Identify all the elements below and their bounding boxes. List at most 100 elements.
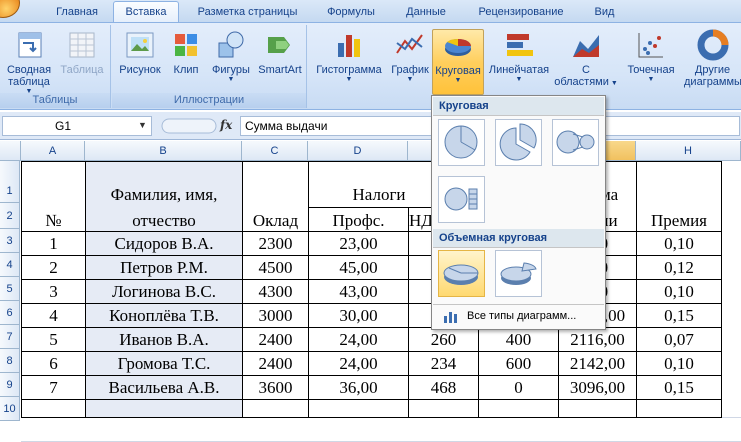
cell-prof[interactable]: 23,00 — [309, 232, 408, 255]
cell-deduct[interactable]: 600 — [479, 352, 558, 375]
column-header-h[interactable]: H — [636, 141, 741, 161]
tab-page-layout[interactable]: Разметка страницы — [185, 3, 310, 22]
row-header-2[interactable]: 2 — [0, 203, 20, 229]
cell-bonus[interactable]: 0,15 — [637, 376, 721, 399]
column-header-d[interactable]: D — [308, 141, 408, 161]
row-header-7[interactable]: 7 — [0, 325, 20, 349]
tab-insert[interactable]: Вставка — [113, 1, 179, 23]
cell-num[interactable]: 1 — [22, 232, 85, 255]
column-header-b[interactable]: B — [85, 141, 242, 161]
row-header-5[interactable]: 5 — [0, 277, 20, 301]
cell-sum[interactable]: 3096,00 — [559, 376, 636, 399]
histogram-button[interactable]: Гистограмма ▼ — [312, 29, 386, 84]
smartart-label: SmartArt — [258, 64, 302, 76]
column-header-a[interactable]: A — [21, 141, 85, 161]
cell-num[interactable]: 2 — [22, 256, 85, 279]
cell-prof[interactable]: 43,00 — [309, 280, 408, 303]
tab-formulas[interactable]: Формулы — [316, 3, 386, 22]
cell-ndfl[interactable]: 468 — [409, 376, 478, 399]
name-box[interactable]: G1 — [2, 116, 152, 136]
header-prof[interactable]: Профс. — [309, 211, 408, 233]
cell-sum[interactable]: 2116,00 — [559, 328, 636, 351]
clip-label: Клип — [173, 64, 199, 76]
all-chart-types-button[interactable]: Все типы диаграмм... — [433, 304, 604, 328]
cell-num[interactable]: 6 — [22, 352, 85, 375]
header-number[interactable]: № — [22, 211, 85, 233]
cell-name[interactable]: Васильева А.В. — [86, 376, 242, 399]
cell-salary[interactable]: 2300 — [243, 232, 308, 255]
cell-salary[interactable]: 4300 — [243, 280, 308, 303]
cell-ndfl[interactable]: 260 — [409, 328, 478, 351]
row-header-1[interactable]: 1 — [0, 161, 20, 203]
shapes-button[interactable]: Фигуры ▼ — [206, 29, 256, 84]
name-box-dropdown-icon[interactable]: ▼ — [138, 116, 147, 134]
cell-num[interactable]: 7 — [22, 376, 85, 399]
cell-bonus[interactable]: 0,12 — [637, 256, 721, 279]
cell-name[interactable]: Сидоров В.А. — [86, 232, 242, 255]
area-chart-button[interactable]: С областями ▼ — [554, 29, 618, 90]
cell-num[interactable]: 3 — [22, 280, 85, 303]
cell-sum[interactable]: 2142,00 — [559, 352, 636, 375]
cell-name[interactable]: Логинова В.С. — [86, 280, 242, 303]
cell-prof[interactable]: 36,00 — [309, 376, 408, 399]
row-header-4[interactable]: 4 — [0, 253, 20, 277]
scatter-chart-button[interactable]: Точечная ▼ — [620, 29, 682, 84]
line-chart-button[interactable]: График ▼ — [388, 29, 432, 84]
pie-chart-button[interactable]: Круговая ▼ — [432, 29, 484, 95]
cell-bonus[interactable]: 0,10 — [637, 232, 721, 255]
cell-bonus[interactable]: 0,10 — [637, 280, 721, 303]
cell-salary[interactable]: 2400 — [243, 352, 308, 375]
pivot-table-button[interactable]: Сводная таблица ▼ — [2, 29, 56, 96]
cell-name[interactable]: Петров Р.М. — [86, 256, 242, 279]
cell-name[interactable]: Коноплёва Т.В. — [86, 304, 242, 327]
pie-2d-option[interactable] — [438, 119, 485, 166]
insert-function-button[interactable]: fx — [220, 116, 232, 134]
cell-bonus[interactable]: 0,10 — [637, 352, 721, 375]
pie-of-pie-option[interactable] — [552, 119, 599, 166]
column-header-c[interactable]: C — [242, 141, 308, 161]
tab-home[interactable]: Главная — [42, 3, 112, 22]
cell-name[interactable]: Иванов В.А. — [86, 328, 242, 351]
tab-data[interactable]: Данные — [392, 3, 460, 22]
other-charts-button[interactable]: Другие диаграммы — [684, 29, 741, 88]
cell-salary[interactable]: 3600 — [243, 376, 308, 399]
header-salary[interactable]: Оклад — [243, 211, 308, 233]
pie-exploded-option[interactable] — [495, 119, 542, 166]
header-taxes[interactable]: Налоги — [309, 185, 449, 207]
pie-3d-exploded-option[interactable] — [495, 250, 542, 297]
cell-prof[interactable]: 45,00 — [309, 256, 408, 279]
cell-deduct[interactable]: 0 — [479, 376, 558, 399]
cell-ndfl[interactable]: 234 — [409, 352, 478, 375]
office-button[interactable] — [0, 0, 20, 18]
row-header-3[interactable]: 3 — [0, 229, 20, 253]
header-name-line2[interactable]: отчество — [86, 211, 242, 233]
cell-prof[interactable]: 30,00 — [309, 304, 408, 327]
bar-chart-button[interactable]: Линейчатая ▼ — [488, 29, 550, 84]
cell-bonus[interactable]: 0,07 — [637, 328, 721, 351]
tab-review[interactable]: Рецензирование — [466, 3, 576, 22]
row-header-9[interactable]: 9 — [0, 373, 20, 397]
cell-prof[interactable]: 24,00 — [309, 352, 408, 375]
table-button[interactable]: Таблица — [58, 29, 106, 76]
pie-3d-option[interactable] — [438, 250, 485, 297]
picture-button[interactable]: Рисунок — [116, 29, 164, 76]
header-name-line1[interactable]: Фамилия, имя, — [86, 185, 242, 207]
cell-name[interactable]: Громова Т.С. — [86, 352, 242, 375]
clip-button[interactable]: Клип — [166, 29, 206, 76]
row-header-8[interactable]: 8 — [0, 349, 20, 373]
bar-of-pie-option[interactable] — [438, 176, 485, 223]
cell-bonus[interactable]: 0,15 — [637, 304, 721, 327]
cell-prof[interactable]: 24,00 — [309, 328, 408, 351]
cell-salary[interactable]: 4500 — [243, 256, 308, 279]
cell-salary[interactable]: 3000 — [243, 304, 308, 327]
row-header-10[interactable]: 10 — [0, 397, 20, 421]
cell-salary[interactable]: 2400 — [243, 328, 308, 351]
select-all-button[interactable] — [0, 141, 21, 161]
tab-view[interactable]: Вид — [582, 3, 627, 22]
cell-num[interactable]: 5 — [22, 328, 85, 351]
cell-deduct[interactable]: 400 — [479, 328, 558, 351]
smartart-button[interactable]: SmartArt — [256, 29, 304, 76]
cell-num[interactable]: 4 — [22, 304, 85, 327]
header-bonus[interactable]: Премия — [637, 211, 721, 233]
row-header-6[interactable]: 6 — [0, 301, 20, 325]
